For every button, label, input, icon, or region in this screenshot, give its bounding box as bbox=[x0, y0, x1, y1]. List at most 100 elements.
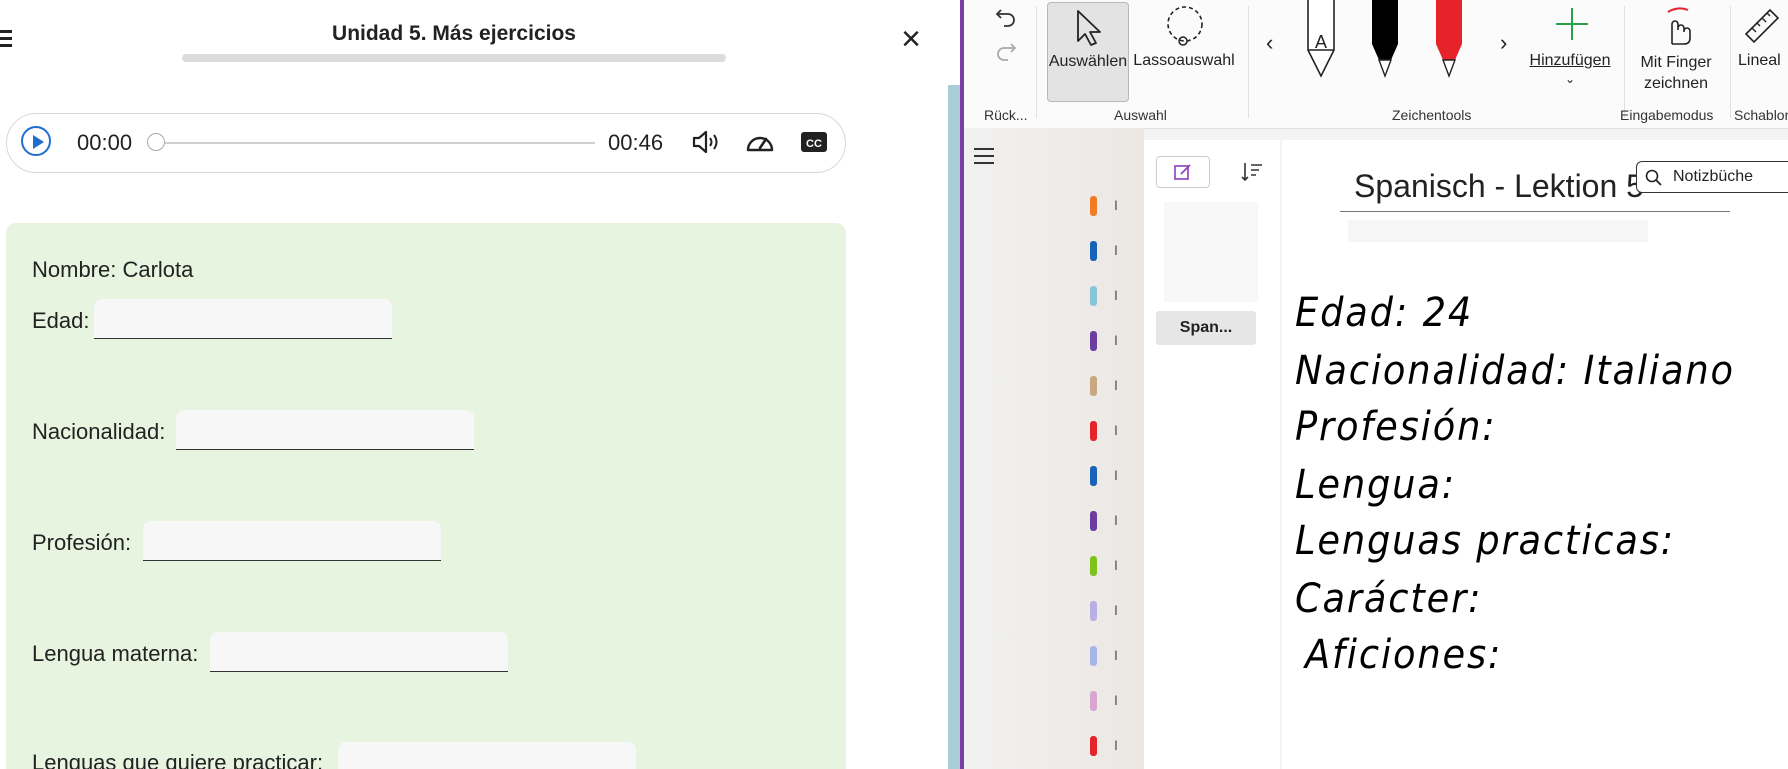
section-color-tab[interactable] bbox=[1090, 556, 1097, 576]
edad-field[interactable] bbox=[94, 299, 392, 339]
ribbon-separator bbox=[1730, 6, 1731, 118]
draw-with-finger-button[interactable]: Mit Finger zeichnen bbox=[1626, 2, 1726, 102]
sort-icon[interactable] bbox=[1240, 160, 1264, 184]
select-group-label: Auswahl bbox=[1114, 107, 1167, 123]
page-date-area bbox=[1348, 220, 1648, 242]
pens-prev-icon[interactable]: ‹ bbox=[1266, 30, 1273, 56]
draw-tools-group-label: Zeichentools bbox=[1392, 107, 1472, 123]
section-name-truncated[interactable]: I bbox=[1114, 557, 1118, 573]
section-color-tab[interactable] bbox=[1090, 646, 1097, 666]
section-name-truncated[interactable]: I bbox=[1114, 242, 1118, 258]
red-pen-icon[interactable] bbox=[1432, 0, 1466, 80]
section-name-truncated[interactable]: I bbox=[1114, 377, 1118, 393]
page-title[interactable]: Spanisch - Lektion 5 bbox=[1354, 168, 1644, 205]
section-name-truncated[interactable]: I bbox=[1114, 602, 1118, 618]
finger-label-line2: zeichnen bbox=[1643, 75, 1709, 92]
section-name-truncated[interactable]: I bbox=[1114, 197, 1118, 213]
edad-label: Edad: bbox=[32, 308, 90, 333]
cursor-icon bbox=[1077, 10, 1101, 46]
section-color-tab[interactable] bbox=[1090, 241, 1097, 261]
section-color-tab[interactable] bbox=[1090, 736, 1097, 756]
nav-menu-icon[interactable] bbox=[974, 148, 994, 164]
section-color-tab[interactable] bbox=[1090, 691, 1097, 711]
section-color-tab[interactable] bbox=[1090, 601, 1097, 621]
handwritten-line[interactable]: Lengua: bbox=[1295, 462, 1456, 508]
title-underline bbox=[1340, 211, 1730, 212]
handwritten-line[interactable]: Lenguas practicas: bbox=[1295, 518, 1675, 564]
section-color-tab[interactable] bbox=[1090, 376, 1097, 396]
audio-player: 00:00 00:46 CC bbox=[6, 113, 846, 173]
templates-group-label: Schablon... bbox=[1734, 107, 1788, 123]
finger-touch-icon bbox=[1667, 7, 1691, 45]
select-button[interactable]: Auswählen bbox=[1047, 2, 1129, 102]
add-pen-button[interactable]: Hinzufügen ⌄ bbox=[1522, 2, 1618, 102]
section-color-tab[interactable] bbox=[1090, 331, 1097, 351]
section-color-tab[interactable] bbox=[1090, 421, 1097, 441]
new-page-icon bbox=[1174, 164, 1191, 180]
add-dropdown-icon[interactable]: ⌄ bbox=[1522, 72, 1618, 86]
lengua-materna-field[interactable] bbox=[210, 632, 508, 672]
section-name-truncated[interactable]: I bbox=[1114, 512, 1118, 528]
captions-icon[interactable]: CC bbox=[799, 128, 829, 156]
section-name-truncated[interactable]: I bbox=[1114, 287, 1118, 303]
onenote-window: Rück... Auswählen Lassoauswahl Auswahl ‹… bbox=[960, 0, 1788, 769]
pages-pane: Span... bbox=[1144, 140, 1280, 769]
close-icon[interactable]: × bbox=[896, 22, 926, 56]
lenguas-practicar-label: Lenguas que quiere practicar: bbox=[32, 750, 324, 769]
select-label: Auswählen bbox=[1048, 53, 1128, 70]
add-label: Hinzufügen bbox=[1529, 52, 1611, 69]
profesion-field[interactable] bbox=[143, 521, 441, 561]
section-name-truncated[interactable]: I bbox=[1114, 692, 1118, 708]
lasso-button[interactable]: Lassoauswahl bbox=[1129, 2, 1239, 102]
ruler-button[interactable]: Lineal bbox=[1732, 2, 1788, 102]
pencil-tool-icon[interactable]: A bbox=[1304, 0, 1338, 80]
ruler-icon bbox=[1744, 8, 1780, 44]
undo-icon[interactable] bbox=[994, 4, 1018, 28]
seek-thumb[interactable] bbox=[147, 133, 165, 151]
section-list: I I I I I I I I I I I I I bbox=[964, 128, 1144, 769]
search-placeholder: Notizbüche bbox=[1673, 168, 1754, 185]
section-color-tab[interactable] bbox=[1090, 511, 1097, 531]
section-name-truncated[interactable]: I bbox=[1114, 737, 1118, 753]
nacionalidad-label: Nacionalidad: bbox=[32, 419, 166, 444]
section-name-truncated[interactable]: I bbox=[1114, 467, 1118, 483]
section-color-tab[interactable] bbox=[1090, 196, 1097, 216]
window-edge bbox=[948, 85, 960, 769]
page-tab-active[interactable]: Span... bbox=[1156, 311, 1256, 345]
ribbon-separator bbox=[1624, 6, 1625, 118]
pens-next-icon[interactable]: › bbox=[1500, 30, 1507, 56]
nacionalidad-field[interactable] bbox=[176, 410, 474, 450]
new-page-button[interactable] bbox=[1156, 156, 1210, 188]
lenguas-practicar-field[interactable] bbox=[338, 742, 636, 769]
svg-text:CC: CC bbox=[806, 138, 822, 150]
black-pen-icon[interactable] bbox=[1368, 0, 1402, 80]
page-thumbnail[interactable] bbox=[1164, 202, 1258, 302]
plus-icon bbox=[1556, 8, 1588, 40]
handwritten-line[interactable]: Edad: 24 bbox=[1295, 290, 1473, 336]
svg-text:A: A bbox=[1315, 32, 1327, 52]
play-icon[interactable] bbox=[21, 126, 51, 156]
profesion-label: Profesión: bbox=[32, 530, 132, 555]
volume-icon[interactable] bbox=[691, 128, 721, 156]
lesson-progress-bar bbox=[182, 54, 726, 62]
section-name-truncated[interactable]: I bbox=[1114, 422, 1118, 438]
section-name-truncated[interactable]: I bbox=[1114, 332, 1118, 348]
redo-icon[interactable] bbox=[994, 38, 1018, 62]
duration: 00:46 bbox=[608, 130, 664, 155]
section-color-tab[interactable] bbox=[1090, 466, 1097, 486]
seek-track[interactable] bbox=[155, 142, 595, 144]
input-mode-group-label: Eingabemodus bbox=[1620, 107, 1714, 123]
handwritten-line[interactable]: Aficiones: bbox=[1305, 632, 1502, 678]
handwritten-line[interactable]: Profesión: bbox=[1295, 404, 1496, 450]
lengua-materna-label: Lengua materna: bbox=[32, 641, 199, 666]
ribbon-separator bbox=[1036, 6, 1037, 118]
exercise-title: Unidad 5. Más ejercicios bbox=[332, 22, 576, 45]
handwritten-line[interactable]: Nacionalidad: Italiano bbox=[1295, 348, 1735, 394]
section-color-tab[interactable] bbox=[1090, 286, 1097, 306]
lasso-icon bbox=[1167, 6, 1203, 46]
handwritten-line[interactable]: Carácter: bbox=[1295, 576, 1482, 622]
playback-speed-icon[interactable] bbox=[745, 128, 775, 156]
search-box[interactable]: Notizbüche bbox=[1636, 161, 1788, 193]
section-name-truncated[interactable]: I bbox=[1114, 647, 1118, 663]
finger-label: Mit Finger zeichnen bbox=[1626, 52, 1726, 94]
